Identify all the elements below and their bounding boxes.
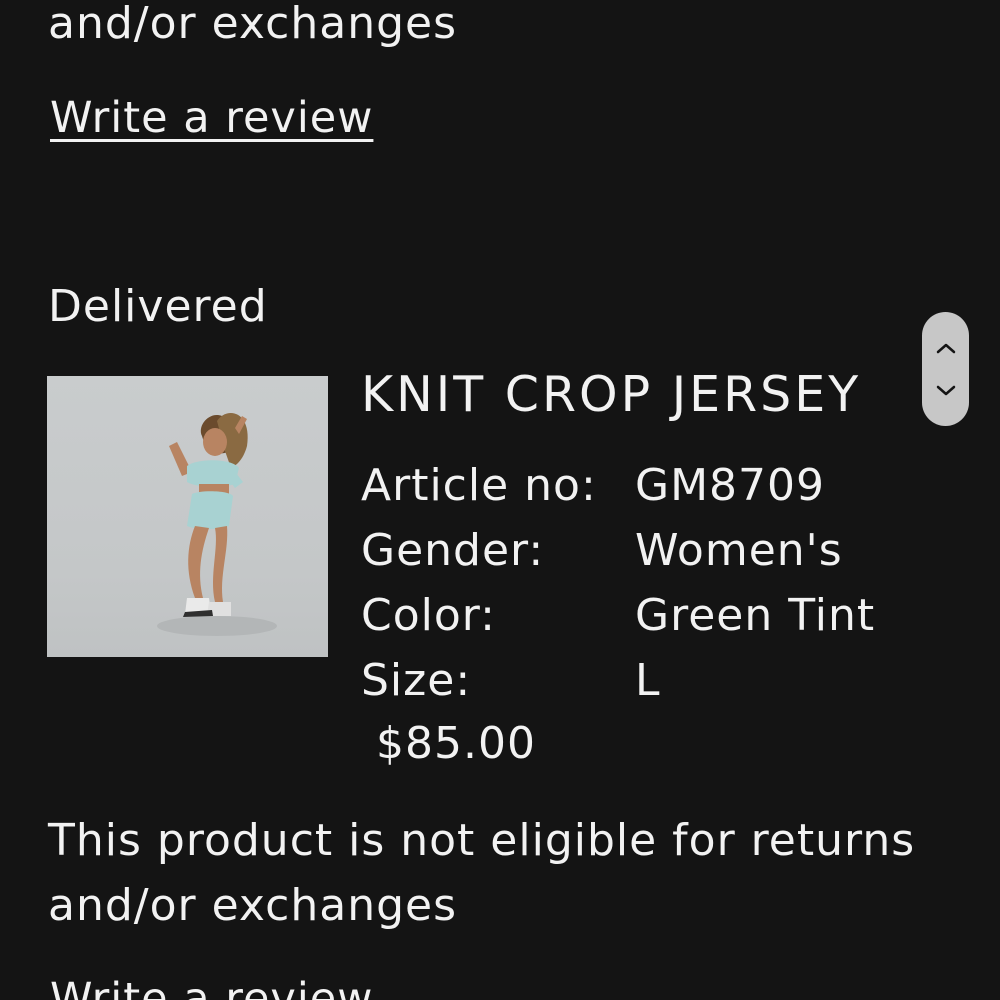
chevron-up-icon	[936, 343, 955, 354]
article-number-label: Article no:	[361, 460, 597, 511]
gender-label: Gender:	[361, 525, 545, 576]
scroll-up-button[interactable]	[922, 328, 969, 368]
scroll-control	[922, 312, 969, 426]
color-label: Color:	[361, 590, 496, 641]
chevron-down-icon	[936, 385, 955, 396]
write-review-link[interactable]: Write a review	[50, 97, 373, 140]
gender-value: Women's	[635, 525, 843, 576]
product-image[interactable]	[47, 376, 328, 657]
order-details-screen: and/or exchanges Write a review Delivere…	[0, 0, 1000, 1000]
write-review-link-bottom[interactable]: Write a review	[50, 978, 373, 1000]
returns-notice-line2: and/or exchanges	[48, 880, 458, 931]
returns-notice-line1: This product is not eligible for returns	[48, 815, 916, 866]
model-photo-illustration	[157, 413, 277, 636]
product-price: $85.00	[376, 718, 536, 769]
previous-item-notice-line2: and/or exchanges	[48, 0, 458, 49]
article-number-value: GM8709	[635, 460, 826, 511]
order-status: Delivered	[48, 281, 268, 332]
scroll-down-button[interactable]	[922, 370, 969, 410]
size-value: L	[635, 655, 661, 706]
color-value: Green Tint	[635, 590, 876, 641]
product-name: KNIT CROP JERSEY	[361, 366, 862, 423]
size-label: Size:	[361, 655, 472, 706]
